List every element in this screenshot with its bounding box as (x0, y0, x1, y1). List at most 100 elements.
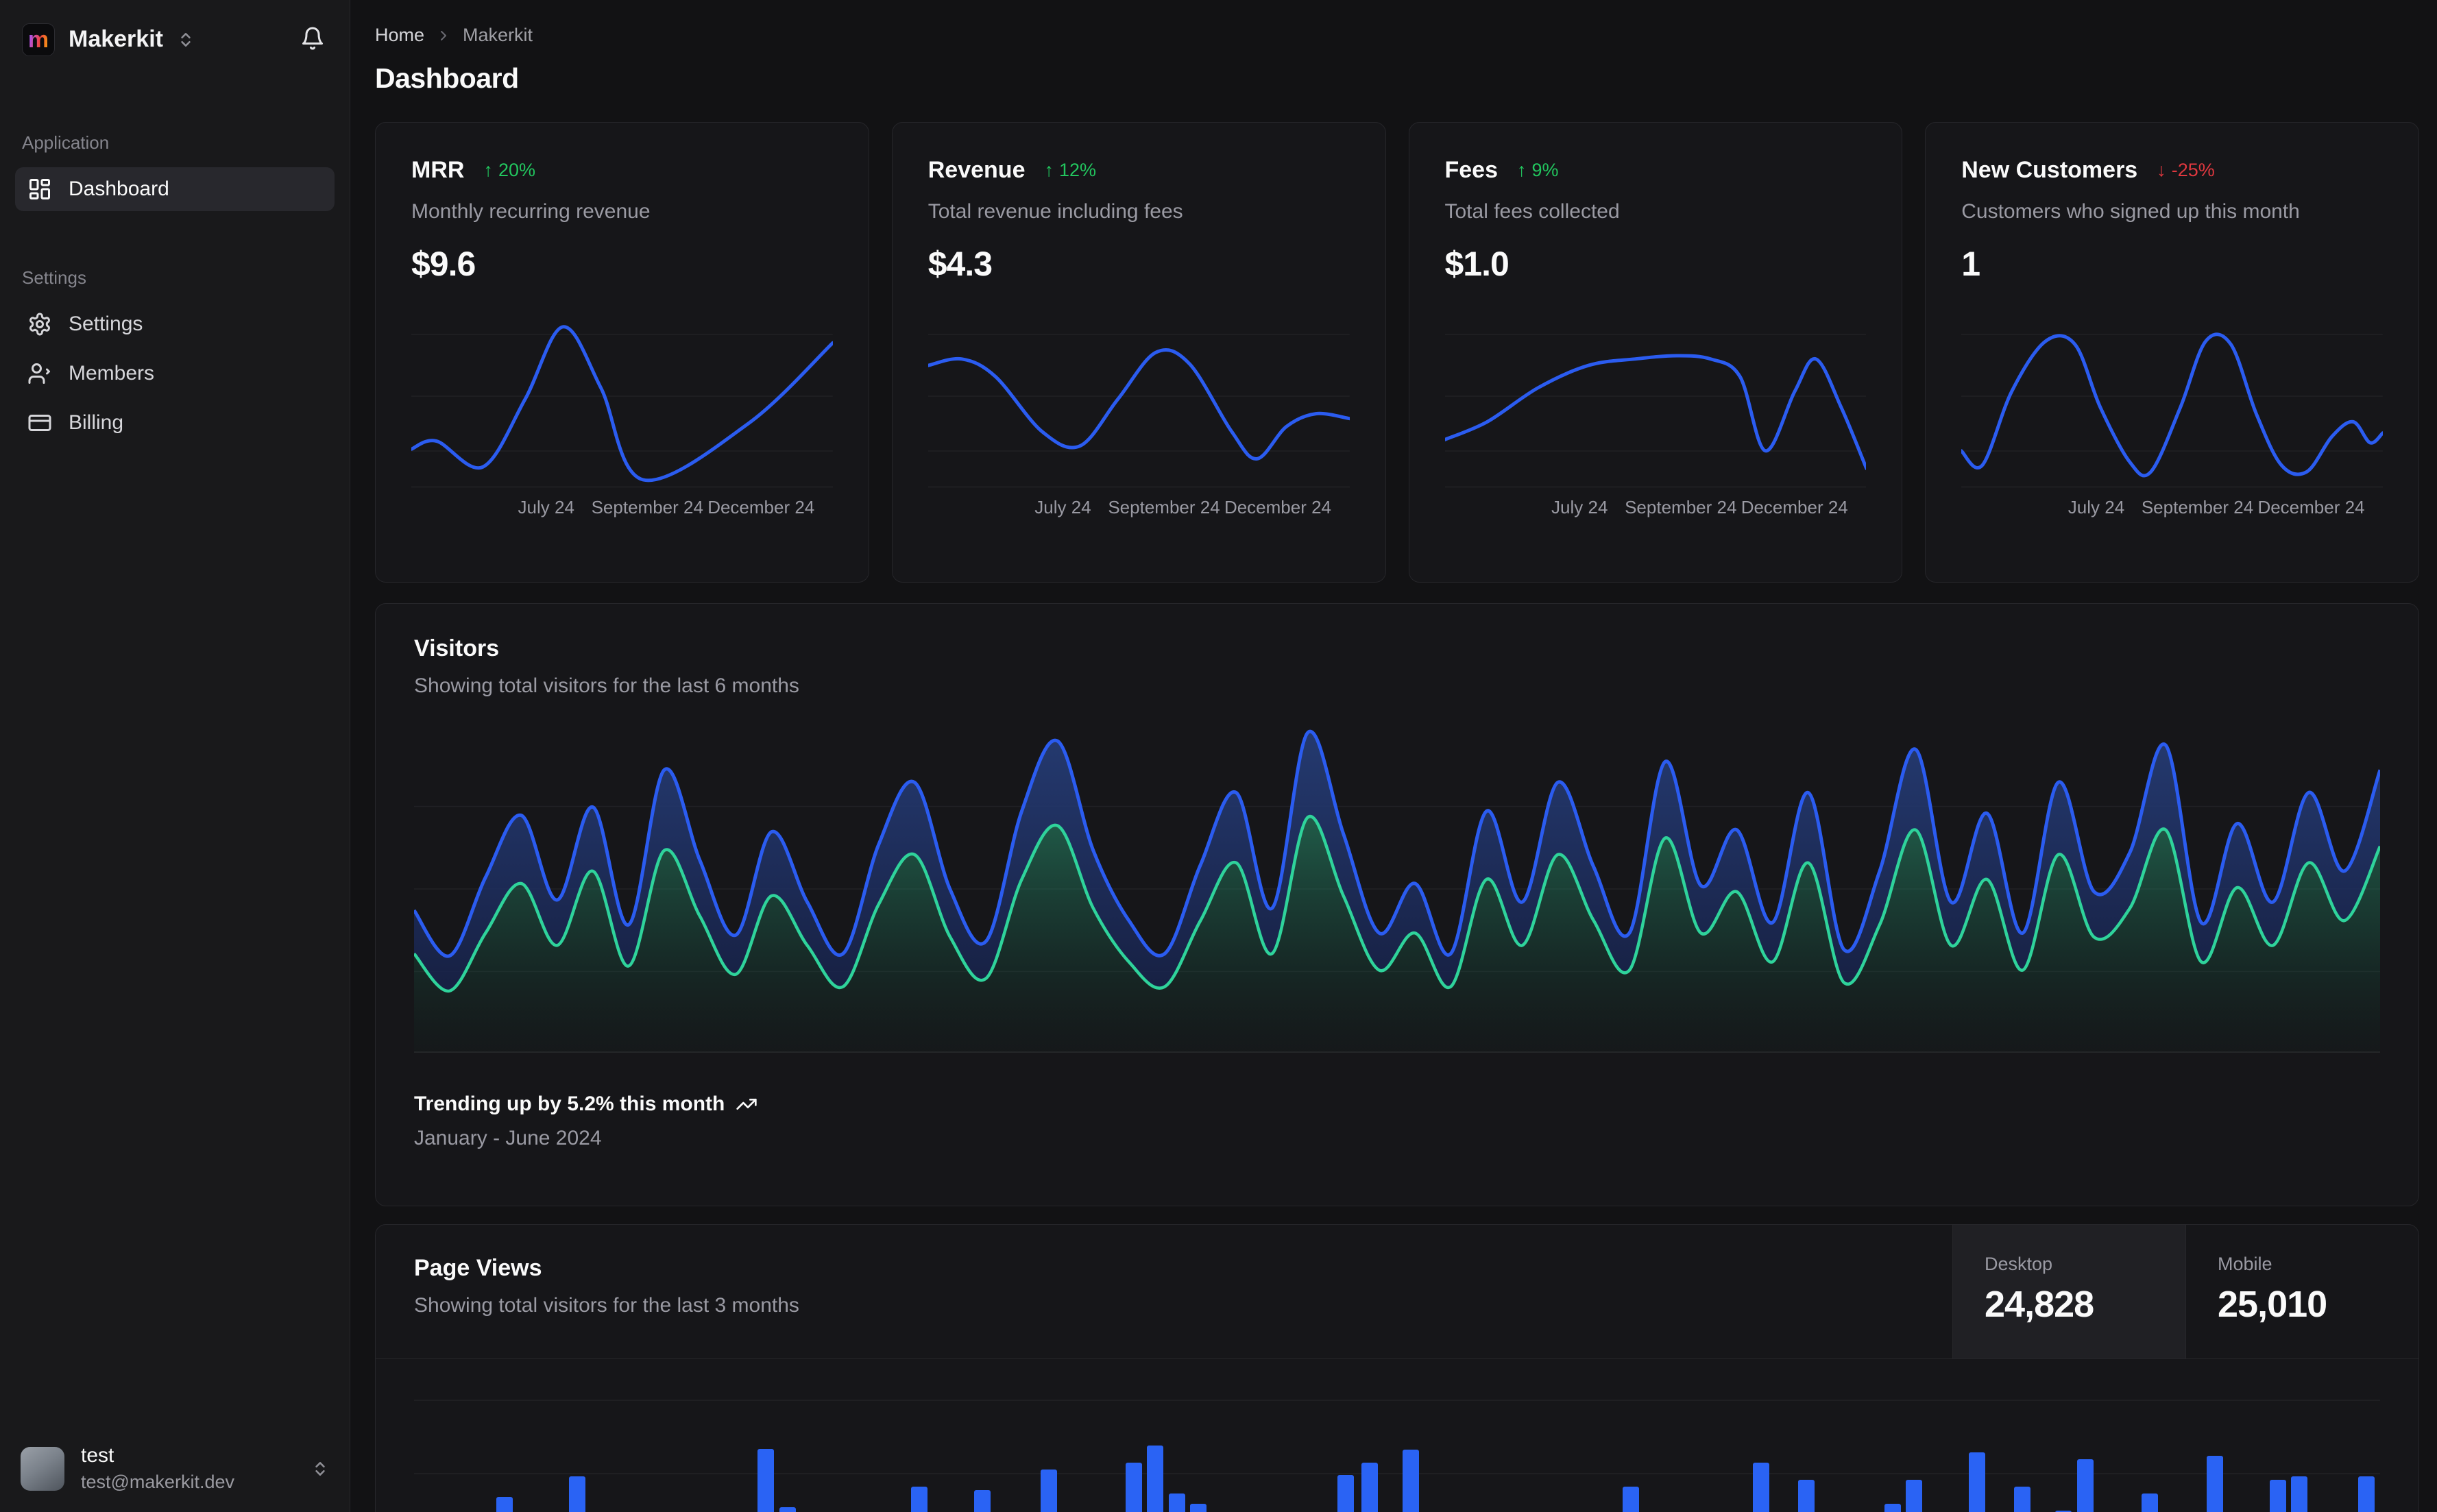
bell-icon (302, 27, 323, 50)
user-email: test@makerkit.dev (81, 1472, 234, 1492)
bar (2291, 1476, 2308, 1512)
trend-value: 9% (1531, 160, 1559, 180)
bar (2014, 1487, 2031, 1512)
visitors-title: Visitors (414, 635, 500, 661)
members-users-icon (28, 363, 50, 384)
notifications-button[interactable] (296, 22, 329, 57)
bar (2076, 1459, 2094, 1512)
chevrons-up-down-icon (181, 32, 191, 47)
stat-cards-row: MRR ↑ 20% Monthly recurring revenue $9.6… (375, 122, 2419, 583)
bar (2142, 1493, 2159, 1512)
user-name: test (81, 1444, 114, 1467)
toggle-label: Mobile (2218, 1254, 2272, 1274)
visitors-period: January - June 2024 (414, 1127, 602, 1149)
breadcrumb-current: Makerkit (463, 25, 533, 45)
stat-description: Total revenue including fees (927, 200, 1183, 223)
nav-section-application: Application (22, 132, 110, 153)
stat-card-new-customers: New Customers ↓ -25% Customers who signe… (1925, 122, 2419, 583)
visitors-subtitle: Showing total visitors for the last 6 mo… (414, 674, 799, 697)
trend-arrow-icon: ↑ (483, 160, 493, 180)
sidebar-item-dashboard[interactable]: Dashboard (15, 167, 335, 211)
user-avatar (21, 1446, 64, 1491)
trend-value: -25% (2171, 160, 2215, 180)
sidebar-item-members[interactable]: Members (15, 352, 335, 395)
nav-section-settings: Settings (22, 267, 86, 288)
bar (973, 1490, 991, 1512)
trend-arrow-icon: ↑ (1517, 160, 1527, 180)
bar (1797, 1480, 1815, 1512)
mrr-sparkline-chart (411, 325, 833, 483)
settings-gear-icon (29, 313, 50, 336)
stat-chart: July 24 September 24 December 24 (1444, 307, 1867, 517)
bar (2357, 1476, 2375, 1512)
stat-card-fees: Fees ↑ 9% Total fees collected $1.0 July… (1408, 122, 1903, 583)
x-tick: September 24 (1108, 497, 1220, 517)
stat-value: $4.3 (927, 245, 993, 283)
x-axis: July 24 September 24 December 24 (927, 487, 1350, 517)
bar (1041, 1470, 1058, 1512)
trend-arrow-icon: ↓ (2157, 160, 2166, 180)
stat-description: Total fees collected (1444, 200, 1620, 223)
x-tick: July 24 (1034, 497, 1091, 517)
revenue-sparkline-chart (927, 334, 1350, 461)
bar (1361, 1463, 1378, 1512)
sidebar-item-billing[interactable]: Billing (15, 401, 335, 445)
trend-badge: ↑ 20% (483, 160, 535, 181)
x-tick: July 24 (2068, 497, 2125, 517)
stat-title: New Customers (1961, 157, 2138, 183)
stat-value: $9.6 (411, 245, 476, 283)
stat-title: MRR (411, 157, 465, 183)
workspace-switcher[interactable]: m Makerkit (22, 23, 296, 56)
bar (496, 1497, 513, 1512)
sidebar-item-label: Settings (69, 313, 143, 335)
new-customers-sparkline-chart (1961, 332, 2383, 478)
fees-sparkline-chart (1444, 334, 1867, 471)
stat-value: $1.0 (1444, 245, 1510, 283)
page-views-subtitle: Showing total visitors for the last 3 mo… (414, 1294, 799, 1317)
visitors-trend-text: Trending up by 5.2% this month (414, 1093, 725, 1115)
user-meta: test test@makerkit.dev (81, 1444, 295, 1493)
stat-chart: July 24 September 24 December 24 (411, 307, 833, 517)
page-views-title: Page Views (414, 1255, 542, 1281)
toggle-mobile[interactable]: Mobile 25,010 (2185, 1225, 2418, 1358)
trend-badge: ↑ 12% (1044, 160, 1096, 181)
trend-badge: ↓ -25% (2157, 160, 2215, 181)
user-menu[interactable]: test test@makerkit.dev (0, 1428, 350, 1512)
gridline (414, 1400, 2380, 1401)
nav-section-spacer (15, 217, 335, 267)
bar (569, 1476, 586, 1512)
sidebar: m Makerkit Application Dashboard Setting… (0, 0, 350, 1512)
stat-value: 1 (1961, 245, 1980, 283)
bar (1969, 1452, 1986, 1512)
x-axis: July 24 September 24 December 24 (1961, 487, 2383, 517)
sidebar-item-label: Billing (69, 411, 124, 434)
bar (1190, 1504, 1207, 1512)
toggle-value: 25,010 (2218, 1284, 2327, 1325)
stat-description: Customers who signed up this month (1961, 200, 2300, 223)
visitors-chart-svg (414, 729, 2380, 1053)
sidebar-item-settings[interactable]: Settings (15, 302, 335, 346)
x-axis: July 24 September 24 December 24 (1444, 487, 1867, 517)
visitors-footer: Trending up by 5.2% this month January -… (376, 1093, 2418, 1150)
bar (1623, 1487, 1640, 1512)
x-tick: December 24 (1741, 497, 1848, 517)
visitors-card: Visitors Showing total visitors for the … (375, 603, 2419, 1206)
breadcrumb: Home Makerkit (375, 25, 2419, 46)
stat-title: Revenue (927, 157, 1026, 183)
toggle-desktop[interactable]: Desktop 24,828 (1952, 1225, 2185, 1358)
logo-letter: m (27, 26, 49, 53)
visitors-area-chart (414, 724, 2380, 1054)
bar (1337, 1475, 1355, 1512)
x-tick: December 24 (1224, 497, 1332, 517)
x-tick: July 24 (518, 497, 574, 517)
x-axis: July 24 September 24 December 24 (411, 487, 833, 517)
x-tick: September 24 (2141, 497, 2254, 517)
bar (779, 1507, 796, 1512)
chevrons-up-down-icon (315, 1461, 325, 1476)
breadcrumb-home-link[interactable]: Home (375, 25, 424, 46)
stat-title: Fees (1444, 157, 1499, 183)
stat-chart: July 24 September 24 December 24 (1961, 307, 2383, 517)
workspace-name: Makerkit (69, 26, 163, 52)
stat-card-mrr: MRR ↑ 20% Monthly recurring revenue $9.6… (375, 122, 869, 583)
sidebar-item-label: Members (69, 362, 155, 385)
